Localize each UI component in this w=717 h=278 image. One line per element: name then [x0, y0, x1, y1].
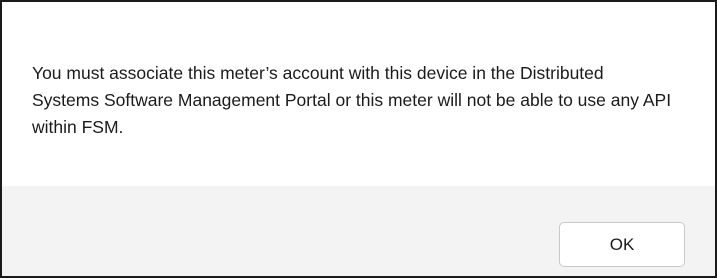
- dialog-message: You must associate this meter’s account …: [32, 63, 672, 137]
- dialog-footer: OK: [2, 186, 715, 276]
- dialog-content: You must associate this meter’s account …: [2, 2, 715, 186]
- message-dialog: You must associate this meter’s account …: [0, 0, 717, 278]
- ok-button[interactable]: OK: [559, 222, 685, 267]
